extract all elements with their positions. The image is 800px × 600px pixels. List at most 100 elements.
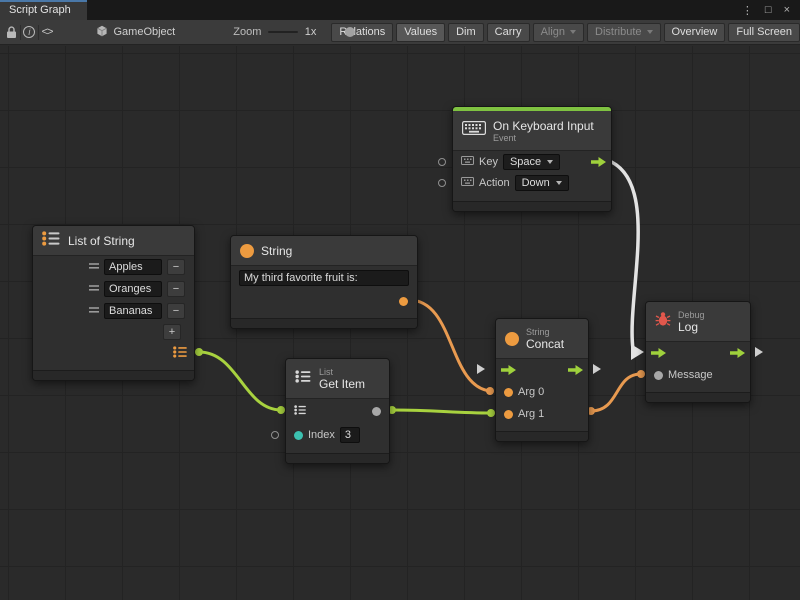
list-item-row: − <box>33 278 194 300</box>
list-item-field[interactable] <box>104 259 162 275</box>
wire-endpoint <box>277 406 285 414</box>
node-footer <box>33 370 194 380</box>
wire-list-to-getitem[interactable] <box>199 352 281 410</box>
overview-button[interactable]: Overview <box>664 23 726 42</box>
distribute-button[interactable]: Distribute <box>587 23 660 42</box>
carry-button[interactable]: Carry <box>487 23 530 42</box>
index-input-port[interactable] <box>294 431 303 440</box>
node-title: On Keyboard Input <box>493 119 594 133</box>
action-value: Down <box>522 177 550 189</box>
node-category: Debug <box>678 310 705 320</box>
reorder-handle-icon[interactable] <box>89 305 99 317</box>
reorder-handle-icon[interactable] <box>89 283 99 295</box>
list-output-row <box>33 342 194 364</box>
window-menu-icon[interactable]: ⋮ <box>742 4 753 17</box>
key-value: Space <box>510 156 541 168</box>
index-outer-port[interactable] <box>271 431 279 439</box>
exit-port[interactable] <box>730 348 745 358</box>
tab-script-graph[interactable]: Script Graph <box>0 0 87 20</box>
close-icon[interactable]: × <box>784 4 790 16</box>
wire-getitem-to-concat[interactable] <box>392 410 491 413</box>
arg0-row: Arg 0 <box>496 381 588 403</box>
node-header[interactable]: String <box>231 236 417 266</box>
message-label: Message <box>668 369 713 381</box>
key-input-port[interactable] <box>438 158 446 166</box>
lock-icon[interactable] <box>6 20 17 44</box>
arg1-input-port[interactable] <box>504 410 513 419</box>
node-get-item[interactable]: List Get Item Index <box>285 358 390 464</box>
list-item-field[interactable] <box>104 281 162 297</box>
zoom-slider[interactable] <box>268 26 297 38</box>
wire-endpoint <box>195 348 203 356</box>
message-input-port[interactable] <box>654 371 663 380</box>
item-output-port[interactable] <box>372 407 381 416</box>
key-row: Key Space <box>453 151 611 172</box>
node-header[interactable]: List of String <box>33 226 194 256</box>
arg0-input-port[interactable] <box>504 388 513 397</box>
wire-string-to-concat[interactable] <box>409 300 490 391</box>
zoom-slider-track[interactable] <box>268 31 297 33</box>
node-footer <box>231 318 417 328</box>
node-header[interactable]: On Keyboard Input Event <box>453 111 611 151</box>
node-footer <box>286 453 389 463</box>
bug-icon <box>655 311 671 332</box>
enter-port[interactable] <box>501 365 516 375</box>
node-string-concat[interactable]: String Concat Arg 0 Arg 1 <box>495 318 589 442</box>
fullscreen-button[interactable]: Full Screen <box>728 23 800 42</box>
action-row: Action Down <box>453 172 611 193</box>
gameobject-chip[interactable]: GameObject <box>96 25 175 40</box>
exit-port[interactable] <box>568 365 583 375</box>
node-header[interactable]: List Get Item <box>286 359 389 399</box>
enter-port[interactable] <box>651 348 666 358</box>
wire-endpoint <box>486 387 494 395</box>
keyboard-icon <box>462 121 486 140</box>
index-row: Index <box>286 423 389 447</box>
info-glyph: i <box>23 26 35 38</box>
key-dropdown[interactable]: Space <box>503 154 560 170</box>
key-icon <box>461 177 474 189</box>
info-icon[interactable]: i <box>23 20 35 44</box>
code-icon[interactable]: <> <box>42 20 53 44</box>
zoom-value: 1x <box>305 26 317 38</box>
wire-concat-to-log[interactable] <box>591 374 641 411</box>
add-item-button[interactable]: + <box>163 324 181 340</box>
node-subtitle: Event <box>493 133 594 143</box>
flow-arrowhead <box>631 344 644 360</box>
graph-toolbar: i <> GameObject Zoom 1x Relations Values… <box>0 20 800 45</box>
node-string-literal[interactable]: String <box>230 235 418 329</box>
message-row: Message <box>646 364 750 386</box>
trigger-output-port[interactable] <box>591 157 606 167</box>
flow-indicator-triangle <box>477 364 485 374</box>
remove-item-button[interactable]: − <box>167 303 185 319</box>
string-value-field[interactable] <box>239 270 409 286</box>
graph-canvas[interactable]: On Keyboard Input Event Key Space <box>0 46 800 600</box>
string-icon <box>505 332 519 346</box>
action-label: Action <box>479 177 510 189</box>
reorder-handle-icon[interactable] <box>89 261 99 273</box>
node-on-keyboard-input[interactable]: On Keyboard Input Event Key Space <box>452 106 612 212</box>
list-item-field[interactable] <box>104 303 162 319</box>
string-output-port[interactable] <box>399 297 408 306</box>
list-input-port[interactable] <box>294 405 307 418</box>
remove-item-button[interactable]: − <box>167 281 185 297</box>
align-button[interactable]: Align <box>533 23 584 42</box>
remove-item-button[interactable]: − <box>167 259 185 275</box>
node-header[interactable]: String Concat <box>496 319 588 359</box>
node-header[interactable]: Debug Log <box>646 302 750 342</box>
index-field[interactable] <box>340 427 360 443</box>
node-list-of-string[interactable]: List of String − − − + <box>32 225 195 381</box>
relations-button[interactable]: Relations <box>331 23 393 42</box>
caret-down-icon <box>647 30 653 34</box>
caret-down-icon <box>570 30 576 34</box>
action-dropdown[interactable]: Down <box>515 175 569 191</box>
node-debug-log[interactable]: Debug Log Message <box>645 301 751 403</box>
maximize-icon[interactable]: □ <box>765 4 772 16</box>
dim-button[interactable]: Dim <box>448 23 484 42</box>
string-value-row <box>231 266 417 290</box>
arg1-row: Arg 1 <box>496 403 588 425</box>
unity-script-graph-window: Script Graph ⋮ □ × i <> GameObject Zoom <box>0 0 800 600</box>
list-output-port[interactable] <box>173 346 188 361</box>
string-icon <box>240 244 254 258</box>
values-button[interactable]: Values <box>396 23 445 42</box>
action-input-port[interactable] <box>438 179 446 187</box>
